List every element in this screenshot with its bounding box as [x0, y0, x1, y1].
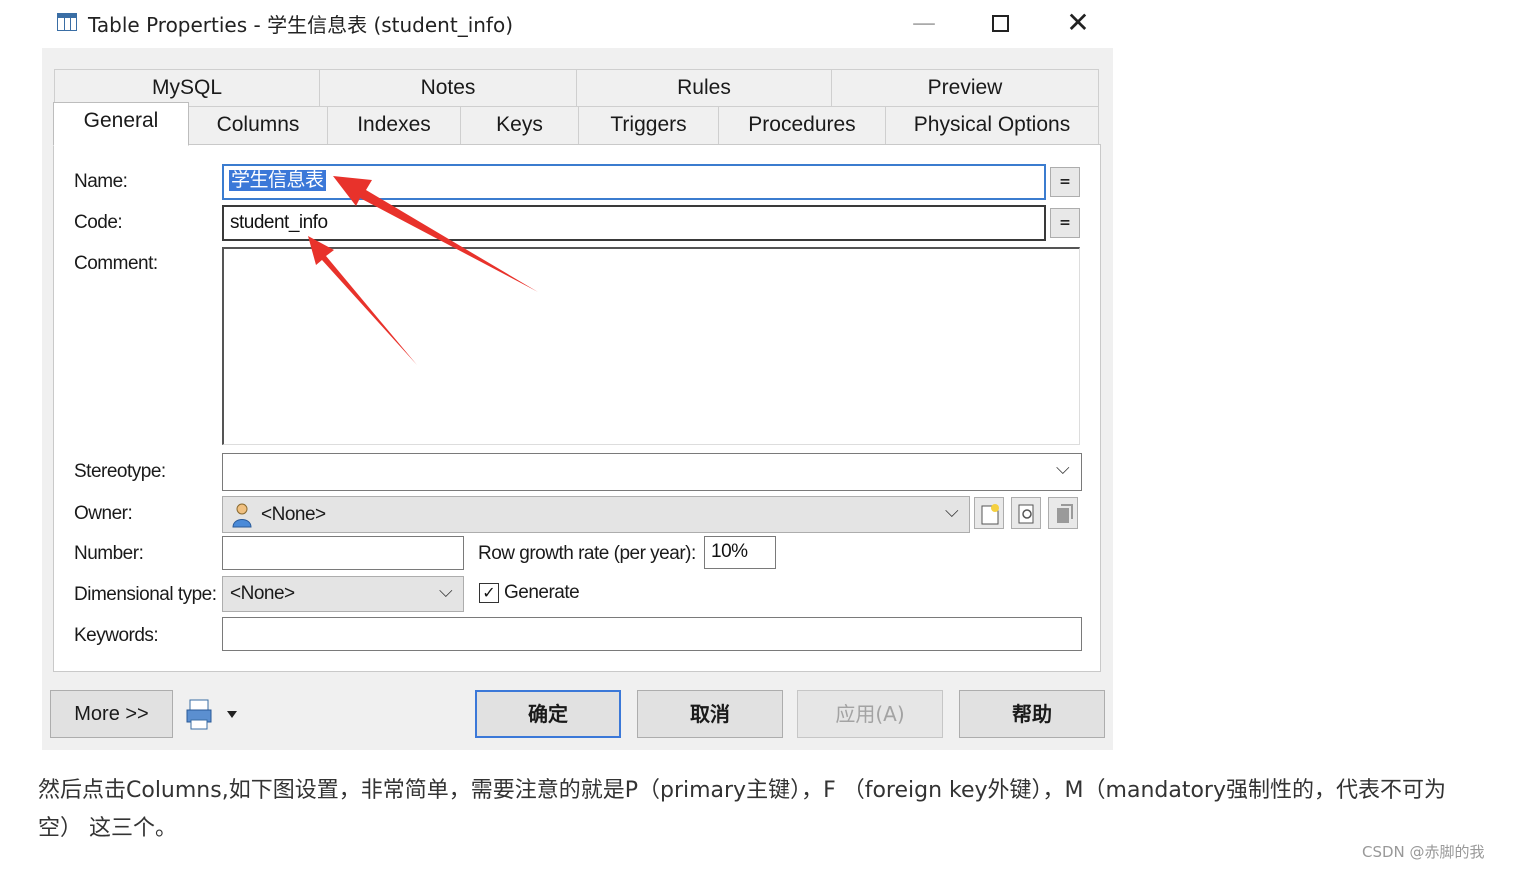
number-input[interactable] — [222, 536, 464, 570]
tab-notes[interactable]: Notes — [319, 69, 577, 107]
printer-icon — [186, 699, 237, 730]
owner-select[interactable]: <None> ⌵ — [222, 496, 970, 533]
owner-delete-button[interactable] — [1048, 497, 1078, 529]
growth-input[interactable]: 10% — [704, 536, 776, 569]
code-label: Code: — [74, 212, 123, 233]
number-label: Number: — [74, 543, 144, 564]
stereotype-label: Stereotype: — [74, 461, 166, 482]
help-button[interactable]: 帮助 — [959, 690, 1105, 738]
disabled-action-icon — [1057, 504, 1073, 523]
close-button[interactable]: ✕ — [1058, 6, 1098, 40]
maximize-icon — [992, 15, 1009, 32]
owner-properties-button[interactable] — [1011, 497, 1041, 529]
new-document-icon — [981, 504, 999, 525]
owner-new-button[interactable] — [974, 497, 1004, 529]
tab-rules[interactable]: Rules — [576, 69, 832, 107]
table-icon — [57, 13, 77, 31]
keywords-input[interactable] — [222, 617, 1082, 651]
more-button[interactable]: More >> — [50, 690, 173, 738]
dimensional-chevron-down-icon[interactable]: ⌵ — [439, 581, 453, 602]
comment-label: Comment: — [74, 253, 158, 274]
owner-label: Owner: — [74, 503, 133, 524]
stereotype-select[interactable] — [222, 453, 1082, 491]
minimize-button[interactable]: — — [904, 6, 944, 40]
growth-label: Row growth rate (per year): — [478, 543, 696, 564]
generate-label: Generate — [504, 582, 580, 603]
properties-icon — [1018, 504, 1034, 524]
owner-value: <None> — [261, 504, 326, 525]
comment-textarea[interactable] — [222, 247, 1080, 445]
owner-chevron-down-icon[interactable]: ⌵ — [945, 501, 959, 522]
generate-checkbox[interactable]: ✓ — [479, 583, 499, 603]
code-sync-button[interactable]: = — [1050, 208, 1080, 238]
user-icon — [232, 503, 252, 528]
print-menu-button[interactable] — [184, 696, 244, 732]
dimensional-select[interactable]: <None> ⌵ — [222, 576, 464, 612]
dimensional-label: Dimensional type: — [74, 584, 217, 605]
window-title: Table Properties - 学生信息表 (student_info) — [88, 13, 514, 37]
tab-triggers[interactable]: Triggers — [578, 106, 719, 144]
name-label: Name: — [74, 171, 128, 192]
stereotype-chevron-down-icon[interactable]: ⌵ — [1056, 458, 1070, 479]
tab-physical-options[interactable]: Physical Options — [885, 106, 1099, 144]
tab-general[interactable]: General — [53, 102, 189, 146]
watermark: CSDN @赤脚的我 — [1362, 843, 1485, 861]
ok-button[interactable]: 确定 — [475, 690, 621, 738]
apply-button[interactable]: 应用(A) — [797, 690, 943, 738]
name-sync-button[interactable]: = — [1050, 167, 1080, 197]
dimensional-value: <None> — [230, 583, 295, 604]
tab-procedures[interactable]: Procedures — [718, 106, 886, 144]
tab-indexes[interactable]: Indexes — [327, 106, 461, 144]
maximize-button[interactable] — [980, 6, 1020, 40]
tab-keys[interactable]: Keys — [460, 106, 579, 144]
article-caption: 然后点击Columns,如下图设置，非常简单，需要注意的就是P（primary主… — [38, 778, 1446, 841]
tab-preview[interactable]: Preview — [831, 69, 1099, 107]
name-selection: 学生信息表 — [229, 170, 326, 191]
code-input[interactable]: student_info — [222, 205, 1046, 241]
tab-columns[interactable]: Columns — [188, 106, 328, 144]
name-input[interactable]: 学生信息表 — [222, 164, 1046, 200]
cancel-button[interactable]: 取消 — [637, 690, 783, 738]
keywords-label: Keywords: — [74, 625, 159, 646]
